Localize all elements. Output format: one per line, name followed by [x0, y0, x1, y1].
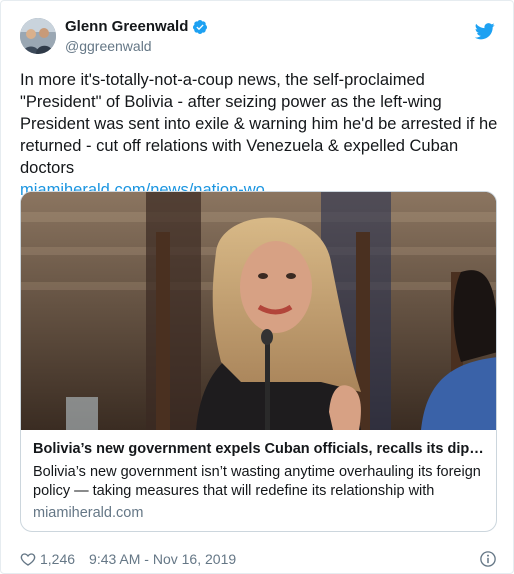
author-name[interactable]: Glenn Greenwald — [65, 18, 208, 35]
card-image[interactable] — [21, 192, 496, 430]
tweet-embed: Glenn Greenwald @ggreenwald In more it's… — [0, 0, 514, 574]
verified-badge-icon — [193, 19, 208, 34]
tweet-text: In more it's-totally-not-a-coup news, th… — [20, 69, 500, 201]
author-handle[interactable]: @ggreenwald — [65, 38, 152, 54]
author-avatar[interactable] — [20, 18, 56, 54]
twitter-bird-icon[interactable] — [475, 21, 495, 41]
card-description: Bolivia’s new government isn’t wasting a… — [33, 464, 481, 499]
author-name-text[interactable]: Glenn Greenwald — [65, 18, 188, 35]
card-title[interactable]: Bolivia’s new government expels Cuban of… — [33, 441, 484, 457]
tweet-timestamp[interactable]: 9:43 AM - Nov 16, 2019 — [89, 551, 236, 567]
tweet-body: In more it's-totally-not-a-coup news, th… — [20, 71, 498, 177]
card-body[interactable]: Bolivia’s new government expels Cuban of… — [21, 430, 496, 531]
heart-icon[interactable] — [20, 551, 36, 567]
like-count[interactable]: 1,246 — [40, 551, 75, 567]
info-icon[interactable] — [479, 550, 497, 568]
card-domain: miamiherald.com — [33, 505, 144, 521]
tweet-footer: 1,246 9:43 AM - Nov 16, 2019 — [20, 549, 497, 569]
link-card[interactable]: Bolivia’s new government expels Cuban of… — [20, 191, 497, 532]
